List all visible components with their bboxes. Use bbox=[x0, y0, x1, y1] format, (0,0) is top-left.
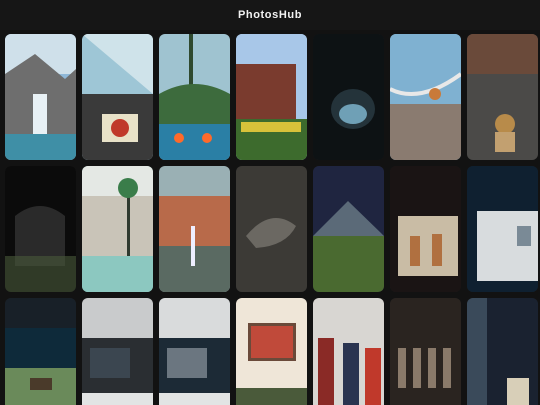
photo-carousel-signboard bbox=[82, 34, 153, 160]
photo-thumbnail[interactable] bbox=[467, 298, 538, 405]
photo-stone-sculptures bbox=[467, 298, 538, 405]
app-title: PhotosHub bbox=[237, 9, 303, 21]
photo-thumbnail[interactable] bbox=[5, 34, 76, 160]
photo-thumbnail[interactable] bbox=[5, 298, 76, 405]
photo-thumbnail[interactable] bbox=[159, 298, 230, 405]
photo-garden-building bbox=[236, 34, 307, 160]
top-bar: PhotosHub bbox=[0, 0, 540, 30]
photo-hanging-artifacts bbox=[390, 298, 461, 405]
photo-thumbnail[interactable] bbox=[236, 298, 307, 405]
photo-cave-opening bbox=[313, 34, 384, 160]
photo-dark-interior bbox=[5, 166, 76, 292]
photo-museum-room-2 bbox=[159, 298, 230, 405]
photo-thumbnail[interactable] bbox=[390, 34, 461, 160]
photo-fountain-plaza bbox=[159, 166, 230, 292]
photo-thumbnail[interactable] bbox=[236, 34, 307, 160]
photo-diorama-wagon bbox=[5, 298, 76, 405]
photo-fountain-palms bbox=[159, 34, 230, 160]
photo-museum-display-case bbox=[467, 166, 538, 292]
photo-thumbnail[interactable] bbox=[313, 34, 384, 160]
photo-thumbnail[interactable] bbox=[390, 166, 461, 292]
photo-waterpark-rocks bbox=[5, 34, 76, 160]
photo-thumbnail[interactable] bbox=[236, 166, 307, 292]
photo-rollercoaster-indoor bbox=[390, 34, 461, 160]
photo-painting-wall bbox=[236, 298, 307, 405]
photo-thumbnail[interactable] bbox=[390, 298, 461, 405]
photo-thumbnail[interactable] bbox=[159, 34, 230, 160]
photo-grid bbox=[5, 34, 538, 405]
photo-museum-room-1 bbox=[82, 298, 153, 405]
photo-thumbnail[interactable] bbox=[313, 298, 384, 405]
photo-thumbnail[interactable] bbox=[313, 166, 384, 292]
photo-thumbnail[interactable] bbox=[82, 166, 153, 292]
photo-costumes bbox=[313, 298, 384, 405]
photo-dinosaur-fossil bbox=[236, 166, 307, 292]
photo-thumbnail[interactable] bbox=[159, 166, 230, 292]
photo-shop-bear bbox=[467, 34, 538, 160]
photo-thumbnail[interactable] bbox=[467, 166, 538, 292]
photo-volcano-diorama bbox=[313, 166, 384, 292]
photo-pool-palms bbox=[82, 166, 153, 292]
photo-thumbnail[interactable] bbox=[5, 166, 76, 292]
photo-thumbnail[interactable] bbox=[82, 298, 153, 405]
photo-cavemen-diorama bbox=[390, 166, 461, 292]
photo-thumbnail[interactable] bbox=[82, 34, 153, 160]
photo-thumbnail[interactable] bbox=[467, 34, 538, 160]
photos-app: PhotosHub bbox=[0, 0, 540, 405]
